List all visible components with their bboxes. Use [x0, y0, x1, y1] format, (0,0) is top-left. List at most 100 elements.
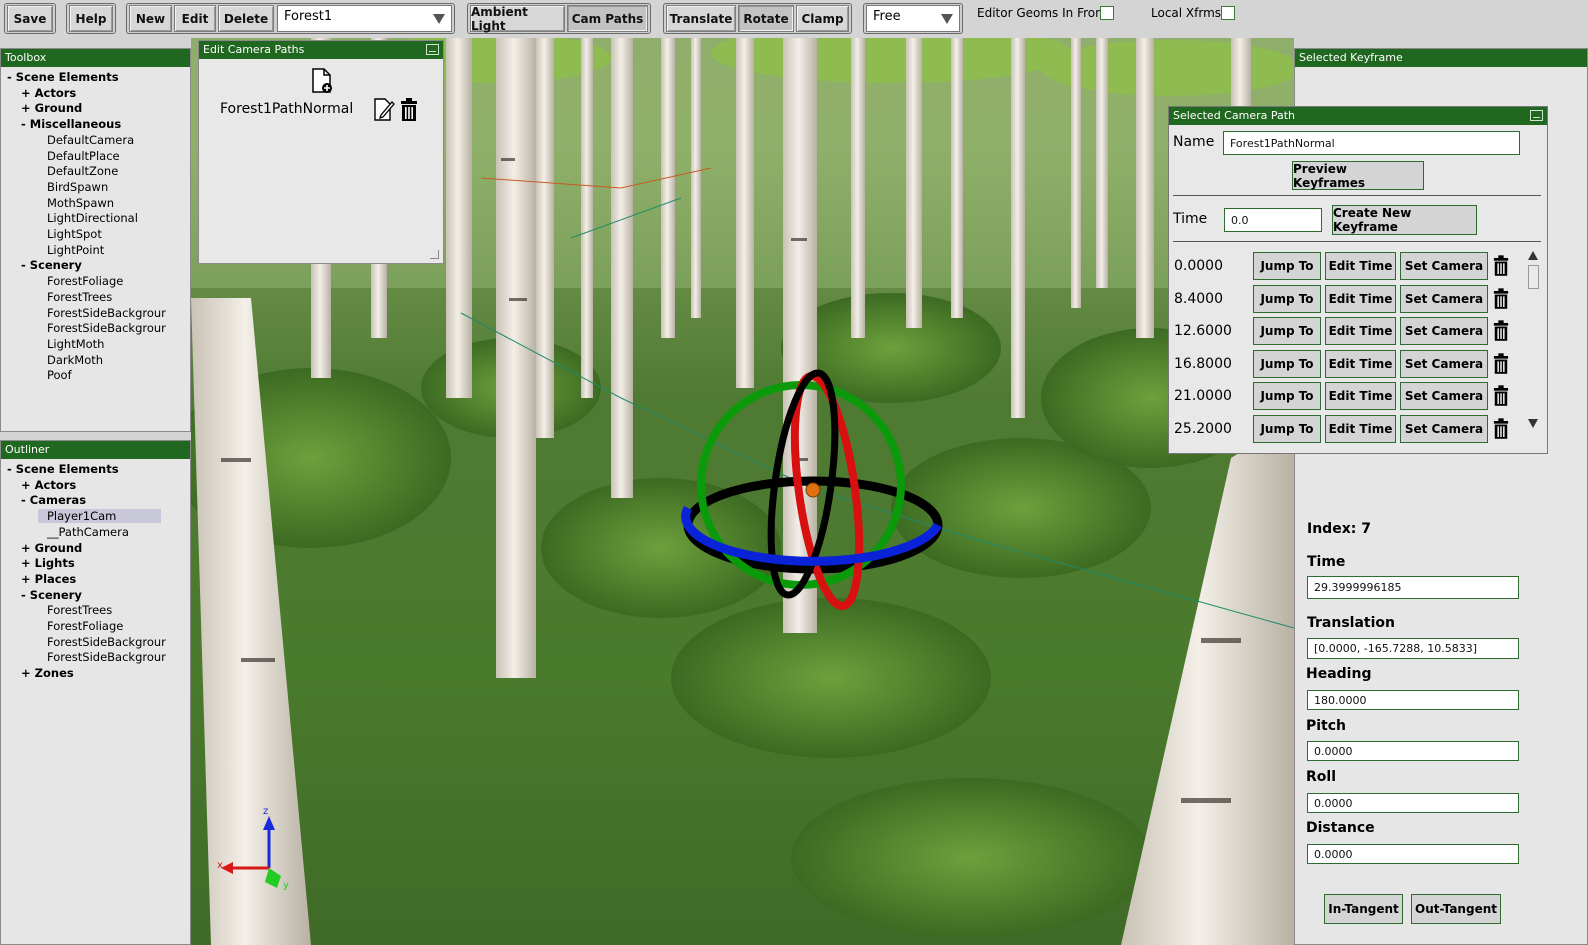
- collapse-icon[interactable]: -: [7, 462, 12, 476]
- tree-item[interactable]: + Ground: [21, 101, 82, 115]
- tree-item[interactable]: LightPoint: [47, 243, 104, 257]
- tree-item[interactable]: ForestFoliage: [47, 619, 123, 633]
- kf-roll-field[interactable]: 0.0000: [1307, 793, 1519, 813]
- tree-item[interactable]: + Ground: [21, 541, 82, 555]
- edit-time-button[interactable]: Edit Time: [1325, 414, 1396, 443]
- set-camera-button[interactable]: Set Camera: [1400, 317, 1488, 345]
- tree-item[interactable]: - Scenery: [21, 588, 82, 602]
- tree-item[interactable]: + Lights: [21, 556, 75, 570]
- expand-icon[interactable]: +: [21, 541, 31, 555]
- trash-icon[interactable]: [1493, 255, 1509, 277]
- path-name-field[interactable]: Forest1PathNormal: [1223, 131, 1520, 155]
- expand-icon[interactable]: +: [21, 478, 31, 492]
- edit-time-button[interactable]: Edit Time: [1325, 284, 1396, 313]
- tree-item[interactable]: DarkMoth: [47, 353, 103, 367]
- tree-item[interactable]: DefaultPlace: [47, 149, 120, 163]
- local-xfrms-checkbox[interactable]: [1221, 6, 1235, 20]
- tree-item[interactable]: ForestTrees: [47, 603, 112, 617]
- set-camera-button[interactable]: Set Camera: [1400, 414, 1488, 443]
- scroll-up-icon[interactable]: [1528, 251, 1538, 260]
- new-path-icon[interactable]: [311, 68, 333, 94]
- tree-item[interactable]: LightMoth: [47, 337, 104, 351]
- jump-to-button[interactable]: Jump To: [1253, 252, 1321, 280]
- scroll-down-icon[interactable]: [1528, 419, 1538, 428]
- cam-paths-button[interactable]: Cam Paths: [567, 5, 648, 32]
- tree-item[interactable]: - Scenery: [21, 258, 82, 272]
- kf-translation-field[interactable]: [0.0000, -165.7288, 10.5833]: [1307, 638, 1519, 659]
- minimize-icon[interactable]: [426, 44, 439, 55]
- out-tangent-button[interactable]: Out-Tangent: [1411, 894, 1501, 924]
- tree-item[interactable]: DefaultCamera: [47, 133, 134, 147]
- new-button[interactable]: New: [129, 5, 172, 32]
- kf-time-field[interactable]: 29.3999996185: [1307, 576, 1519, 599]
- collapse-icon[interactable]: -: [21, 258, 26, 272]
- editor-geoms-checkbox[interactable]: [1100, 6, 1114, 20]
- expand-icon[interactable]: +: [21, 572, 31, 586]
- scroll-thumb[interactable]: [1528, 265, 1539, 289]
- translate-button[interactable]: Translate: [666, 5, 736, 32]
- preview-keyframes-button[interactable]: Preview Keyframes: [1292, 161, 1424, 190]
- tree-item[interactable]: BirdSpawn: [47, 180, 108, 194]
- tree-item[interactable]: - Scene Elements: [7, 70, 119, 84]
- jump-to-button[interactable]: Jump To: [1253, 317, 1321, 345]
- trash-icon[interactable]: [400, 98, 418, 122]
- tree-item[interactable]: ForestSideBackgrour: [47, 650, 166, 664]
- set-camera-button[interactable]: Set Camera: [1400, 382, 1488, 410]
- delete-button[interactable]: Delete: [218, 5, 274, 32]
- tree-item[interactable]: ForestSideBackgrour: [47, 321, 166, 335]
- collapse-icon[interactable]: -: [21, 588, 26, 602]
- tree-item[interactable]: ForestTrees: [47, 290, 112, 304]
- save-button[interactable]: Save: [7, 5, 53, 32]
- tree-item[interactable]: ForestFoliage: [47, 274, 123, 288]
- expand-icon[interactable]: +: [21, 86, 31, 100]
- tree-item[interactable]: + Zones: [21, 666, 74, 680]
- expand-icon[interactable]: +: [21, 101, 31, 115]
- tree-item[interactable]: + Places: [21, 572, 76, 586]
- level-select[interactable]: Forest1: [277, 5, 452, 32]
- help-button[interactable]: Help: [69, 5, 113, 32]
- edit-path-icon[interactable]: [373, 98, 395, 122]
- set-camera-button[interactable]: Set Camera: [1400, 284, 1488, 313]
- tree-item[interactable]: Player1Cam: [38, 509, 161, 524]
- tree-item[interactable]: DefaultZone: [47, 164, 118, 178]
- edit-button[interactable]: Edit: [174, 5, 216, 32]
- rotate-button[interactable]: Rotate: [738, 5, 794, 32]
- kf-heading-field[interactable]: 180.0000: [1307, 690, 1519, 710]
- tree-item[interactable]: LightSpot: [47, 227, 102, 241]
- tree-item[interactable]: ForestSideBackgrour: [47, 635, 166, 649]
- minimize-icon[interactable]: [1530, 110, 1543, 121]
- tree-item[interactable]: ForestSideBackgrour: [47, 306, 166, 320]
- trash-icon[interactable]: [1493, 287, 1509, 310]
- tree-item[interactable]: LightDirectional: [47, 211, 138, 225]
- trash-icon[interactable]: [1493, 320, 1509, 342]
- clamp-button[interactable]: Clamp: [796, 5, 849, 32]
- tree-item[interactable]: - Cameras: [21, 493, 86, 507]
- tree-item[interactable]: - Miscellaneous: [21, 117, 121, 131]
- camera-mode-select[interactable]: Free: [866, 5, 960, 32]
- set-camera-button[interactable]: Set Camera: [1400, 252, 1488, 280]
- tree-item[interactable]: - Scene Elements: [7, 462, 119, 476]
- jump-to-button[interactable]: Jump To: [1253, 349, 1321, 378]
- camera-path-item[interactable]: Forest1PathNormal: [220, 101, 353, 117]
- tree-item[interactable]: + Actors: [21, 86, 76, 100]
- tree-item[interactable]: MothSpawn: [47, 196, 114, 210]
- tree-item[interactable]: + Actors: [21, 478, 76, 492]
- edit-time-button[interactable]: Edit Time: [1325, 252, 1396, 280]
- expand-icon[interactable]: +: [21, 666, 31, 680]
- expand-icon[interactable]: +: [21, 556, 31, 570]
- collapse-icon[interactable]: -: [21, 493, 26, 507]
- edit-time-button[interactable]: Edit Time: [1325, 317, 1396, 345]
- new-time-field[interactable]: 0.0: [1224, 208, 1322, 232]
- collapse-icon[interactable]: -: [21, 117, 26, 131]
- resize-grip-icon[interactable]: [430, 250, 439, 259]
- in-tangent-button[interactable]: In-Tangent: [1324, 894, 1403, 924]
- kf-pitch-field[interactable]: 0.0000: [1307, 741, 1519, 761]
- trash-icon[interactable]: [1493, 385, 1509, 407]
- tree-item[interactable]: Poof: [47, 368, 72, 382]
- ambient-light-button[interactable]: Ambient Light: [470, 5, 565, 33]
- kf-distance-field[interactable]: 0.0000: [1307, 844, 1519, 864]
- tree-item[interactable]: __PathCamera: [47, 525, 129, 539]
- edit-time-button[interactable]: Edit Time: [1325, 349, 1396, 378]
- collapse-icon[interactable]: -: [7, 70, 12, 84]
- edit-time-button[interactable]: Edit Time: [1325, 382, 1396, 410]
